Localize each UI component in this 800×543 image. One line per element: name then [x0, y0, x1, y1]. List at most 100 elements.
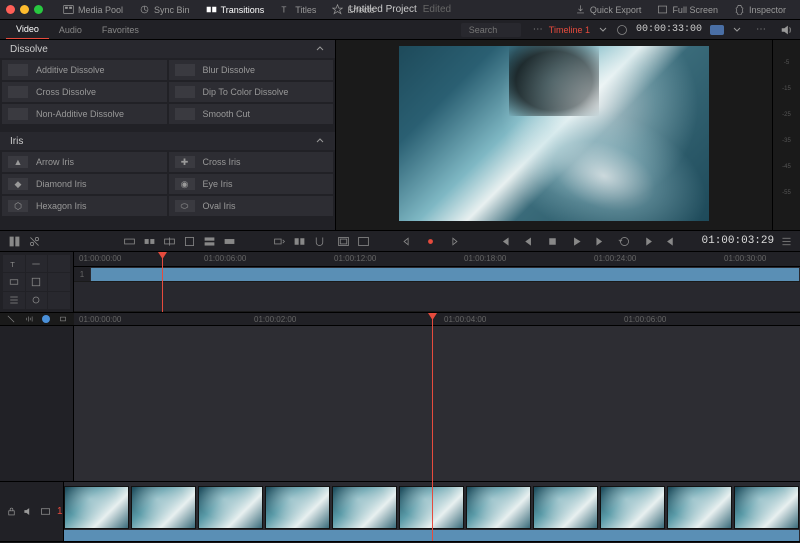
audio-tab[interactable]: Audio: [49, 20, 92, 39]
transition-eye-iris[interactable]: ◉Eye Iris: [169, 174, 334, 194]
overview-clip[interactable]: [91, 268, 799, 281]
media-pool-tab[interactable]: Media Pool: [55, 0, 131, 19]
transition-additive-dissolve[interactable]: Additive Dissolve: [2, 60, 167, 80]
tool-5[interactable]: [26, 273, 48, 290]
timeline-canvas[interactable]: [0, 326, 800, 481]
prev-marker-button[interactable]: [398, 232, 416, 250]
prev-edit-button[interactable]: [662, 232, 678, 250]
speaker-icon[interactable]: [780, 23, 794, 37]
clip-thumb[interactable]: [600, 486, 665, 529]
clip-thumb[interactable]: [734, 486, 799, 529]
timeline-ruler[interactable]: 01:00:00:00 01:00:02:00 01:00:04:00 01:0…: [74, 313, 800, 325]
clip-thumb[interactable]: [198, 486, 263, 529]
svg-text:T: T: [282, 5, 287, 14]
lock-icon[interactable]: [6, 506, 17, 517]
audio-sync-icon[interactable]: [24, 314, 34, 324]
inspector-button[interactable]: Inspector: [726, 4, 794, 15]
timeline-name[interactable]: Timeline 1: [549, 25, 590, 35]
clip-thumb[interactable]: [265, 486, 330, 529]
source-overwrite-button[interactable]: [221, 232, 237, 250]
transition-arrow-iris[interactable]: ▲Arrow Iris: [2, 152, 167, 172]
overview-track[interactable]: 1: [74, 267, 800, 282]
next-marker-button[interactable]: [446, 232, 464, 250]
timecode-menu-button[interactable]: [778, 232, 794, 250]
append-button[interactable]: [141, 232, 157, 250]
overview-playhead[interactable]: [162, 252, 163, 312]
dissolve-category-header[interactable]: Dissolve: [0, 40, 335, 58]
tool-7[interactable]: [3, 292, 25, 309]
panel-options-button[interactable]: ⋯: [527, 24, 549, 35]
loop-button[interactable]: [616, 232, 634, 250]
split-clip-button[interactable]: [26, 232, 42, 250]
tool-4[interactable]: [3, 273, 25, 290]
iris-category-header[interactable]: Iris: [0, 132, 335, 150]
clip-thumb[interactable]: [466, 486, 531, 529]
play-button[interactable]: [568, 232, 586, 250]
safe-area-button[interactable]: [336, 232, 352, 250]
transition-dip-to-color[interactable]: Dip To Color Dissolve: [169, 82, 334, 102]
tool-2[interactable]: [26, 255, 48, 272]
tool-3[interactable]: [48, 255, 70, 272]
timecode-icon: [616, 24, 628, 36]
razor-icon[interactable]: [6, 314, 16, 324]
lock-track-button[interactable]: T: [3, 255, 25, 272]
marker-color-icon[interactable]: [42, 315, 50, 323]
go-start-button[interactable]: [496, 232, 514, 250]
transition-non-additive[interactable]: Non-Additive Dissolve: [2, 104, 167, 124]
clip-color-swatch[interactable]: [710, 25, 724, 35]
track-header[interactable]: 1: [0, 482, 64, 541]
clip-thumb[interactable]: [332, 486, 397, 529]
clip-thumb[interactable]: [533, 486, 598, 529]
tools-dropdown[interactable]: [272, 232, 288, 250]
close-up-button[interactable]: [181, 232, 197, 250]
flag-icon[interactable]: [58, 314, 68, 324]
transition-cross-dissolve[interactable]: Cross Dissolve: [2, 82, 167, 102]
quick-export-button[interactable]: Quick Export: [567, 4, 650, 15]
next-edit-button[interactable]: [642, 232, 658, 250]
window-controls[interactable]: [6, 5, 43, 14]
viewer[interactable]: [336, 40, 772, 230]
video-track-icon[interactable]: [40, 506, 51, 517]
playback-toolbar: 01:00:03:29: [0, 230, 800, 252]
clip-thumb[interactable]: [131, 486, 196, 529]
video-track-1: 1: [0, 481, 800, 541]
transition-button[interactable]: [292, 232, 308, 250]
marker-button[interactable]: [422, 232, 440, 250]
boring-detector-button[interactable]: [6, 232, 22, 250]
video-tab[interactable]: Video: [6, 20, 49, 39]
snap-button[interactable]: [312, 232, 328, 250]
transition-oval-iris[interactable]: ⬭Oval Iris: [169, 196, 334, 216]
tool-9[interactable]: [48, 292, 70, 309]
place-on-top-button[interactable]: [201, 232, 217, 250]
speaker-track-icon[interactable]: [23, 506, 34, 517]
timeline-options: [0, 313, 74, 325]
prev-frame-button[interactable]: [520, 232, 538, 250]
full-screen-button[interactable]: Full Screen: [649, 4, 726, 15]
tool-6[interactable]: [48, 273, 70, 290]
timeline-playhead[interactable]: [432, 313, 433, 541]
stop-button[interactable]: [544, 232, 562, 250]
sync-bin-tab[interactable]: Sync Bin: [131, 0, 198, 19]
ripple-button[interactable]: [161, 232, 177, 250]
color-dropdown-icon[interactable]: [732, 25, 742, 35]
search-input[interactable]: [461, 23, 521, 37]
tool-8[interactable]: [26, 292, 48, 309]
timeline-dropdown-icon[interactable]: [598, 25, 608, 35]
viewer-mode-button[interactable]: [356, 232, 372, 250]
overview-track-label: 1: [74, 267, 90, 281]
transition-blur-dissolve[interactable]: Blur Dissolve: [169, 60, 334, 80]
clip-thumb[interactable]: [64, 486, 129, 529]
transition-diamond-iris[interactable]: ◆Diamond Iris: [2, 174, 167, 194]
smart-insert-button[interactable]: [121, 232, 137, 250]
transition-hexagon-iris[interactable]: ⬡Hexagon Iris: [2, 196, 167, 216]
go-end-button[interactable]: [592, 232, 610, 250]
transition-smooth-cut[interactable]: Smooth Cut: [169, 104, 334, 124]
overview-ruler[interactable]: 01:00:00:00 01:00:06:00 01:00:12:00 01:0…: [74, 252, 800, 267]
secondary-toolbar: Video Audio Favorites ⋯ Timeline 1 00:00…: [0, 20, 800, 40]
timeline-options-button[interactable]: ⋯: [750, 24, 772, 35]
transitions-tab[interactable]: Transitions: [198, 0, 273, 19]
clip-thumb[interactable]: [667, 486, 732, 529]
favorites-tab[interactable]: Favorites: [92, 20, 149, 39]
transition-cross-iris[interactable]: ✚Cross Iris: [169, 152, 334, 172]
titles-tab[interactable]: TTitles: [272, 0, 324, 19]
